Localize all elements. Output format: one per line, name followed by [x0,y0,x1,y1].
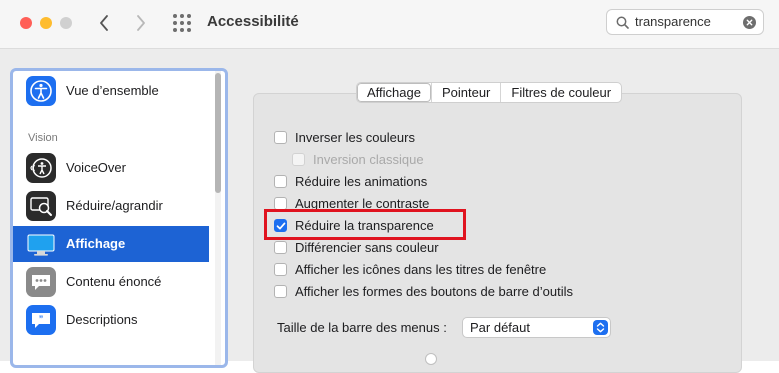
spoken-content-icon [26,267,56,297]
accessibility-icon [26,76,56,106]
sidebar-item-label: VoiceOver [66,160,126,175]
title-bar: Accessibilité [0,0,779,49]
show-all-grid-icon[interactable] [173,14,191,32]
tab-pointeur[interactable]: Pointeur [430,83,500,102]
sidebar: Vue d’ensemble Vision VoiceOver Réduire/… [10,68,228,368]
menubar-size-label: Taille de la barre des menus : [277,320,447,335]
option-formes-boutons-barre-outils[interactable]: Afficher les formes des boutons de barre… [274,281,573,301]
display-icon [26,229,56,259]
checkbox[interactable] [274,130,287,144]
checkbox[interactable] [274,240,287,254]
chevron-right-icon [137,15,145,31]
zoom-icon [26,191,56,221]
search-icon [616,16,629,29]
scrollbar-thumb[interactable] [215,73,221,193]
sidebar-scrollbar[interactable] [215,71,221,365]
option-label: Réduire les animations [295,173,428,189]
option-differencier-sans-couleur[interactable]: Différencier sans couleur [274,237,439,257]
menubar-size-popup[interactable]: Par défaut [462,317,611,338]
sidebar-item-voiceover[interactable]: VoiceOver [13,150,209,186]
popup-arrows-icon [593,320,608,335]
descriptions-icon: ” [26,305,56,335]
search-field[interactable] [606,9,764,35]
sidebar-item-label: Réduire/agrandir [66,198,163,213]
sidebar-item-contenu-enonce[interactable]: Contenu énoncé [13,264,209,300]
back-button[interactable] [94,11,114,35]
sidebar-section-vision: Vision [28,132,58,144]
option-reduire-animations[interactable]: Réduire les animations [274,171,427,191]
chevron-left-icon [100,15,108,31]
sidebar-item-vue-ensemble[interactable]: Vue d’ensemble [13,73,209,109]
option-label: Inverser les couleurs [295,129,415,145]
option-icones-titres-fenetre[interactable]: Afficher les icônes dans les titres de f… [274,259,546,279]
slider-knob[interactable] [425,353,437,365]
tab-bar: Affichage Pointeur Filtres de couleur [356,82,623,103]
option-inverser-couleurs[interactable]: Inverser les couleurs [274,127,415,147]
option-label: Afficher les formes des boutons de barre… [295,283,573,299]
option-label: Différencier sans couleur [295,239,439,255]
sidebar-item-descriptions[interactable]: ” Descriptions [13,302,209,338]
checkbox[interactable] [274,174,287,188]
forward-button[interactable] [131,11,151,35]
sidebar-item-label: Contenu énoncé [66,274,162,289]
clear-icon[interactable] [743,16,756,29]
option-label: Afficher les icônes dans les titres de f… [295,261,547,277]
checkbox[interactable] [274,284,287,298]
checkbox[interactable] [274,262,287,276]
sidebar-item-label: Affichage [66,236,126,251]
checkbox[interactable] [274,196,287,210]
window-title: Accessibilité [207,13,299,30]
svg-text:”: ” [39,314,44,324]
close-window-button[interactable] [20,17,32,29]
tab-filtres-couleur[interactable]: Filtres de couleur [500,83,621,102]
sidebar-item-affichage[interactable]: Affichage [13,226,209,262]
checkbox[interactable] [292,152,305,166]
menubar-size-value: Par défaut [470,320,530,335]
annotation-highlight-box [264,209,466,240]
sidebar-item-label: Vue d’ensemble [66,83,159,98]
voiceover-icon [26,153,56,183]
sidebar-item-reduire-agrandir[interactable]: Réduire/agrandir [13,188,209,224]
search-input[interactable] [635,14,735,29]
zoom-window-button[interactable] [60,17,72,29]
minimize-window-button[interactable] [40,17,52,29]
option-inversion-classique[interactable]: Inversion classique [292,149,424,169]
sidebar-item-label: Descriptions [66,312,138,327]
option-label: Inversion classique [313,151,424,167]
tab-affichage[interactable]: Affichage [357,83,431,102]
